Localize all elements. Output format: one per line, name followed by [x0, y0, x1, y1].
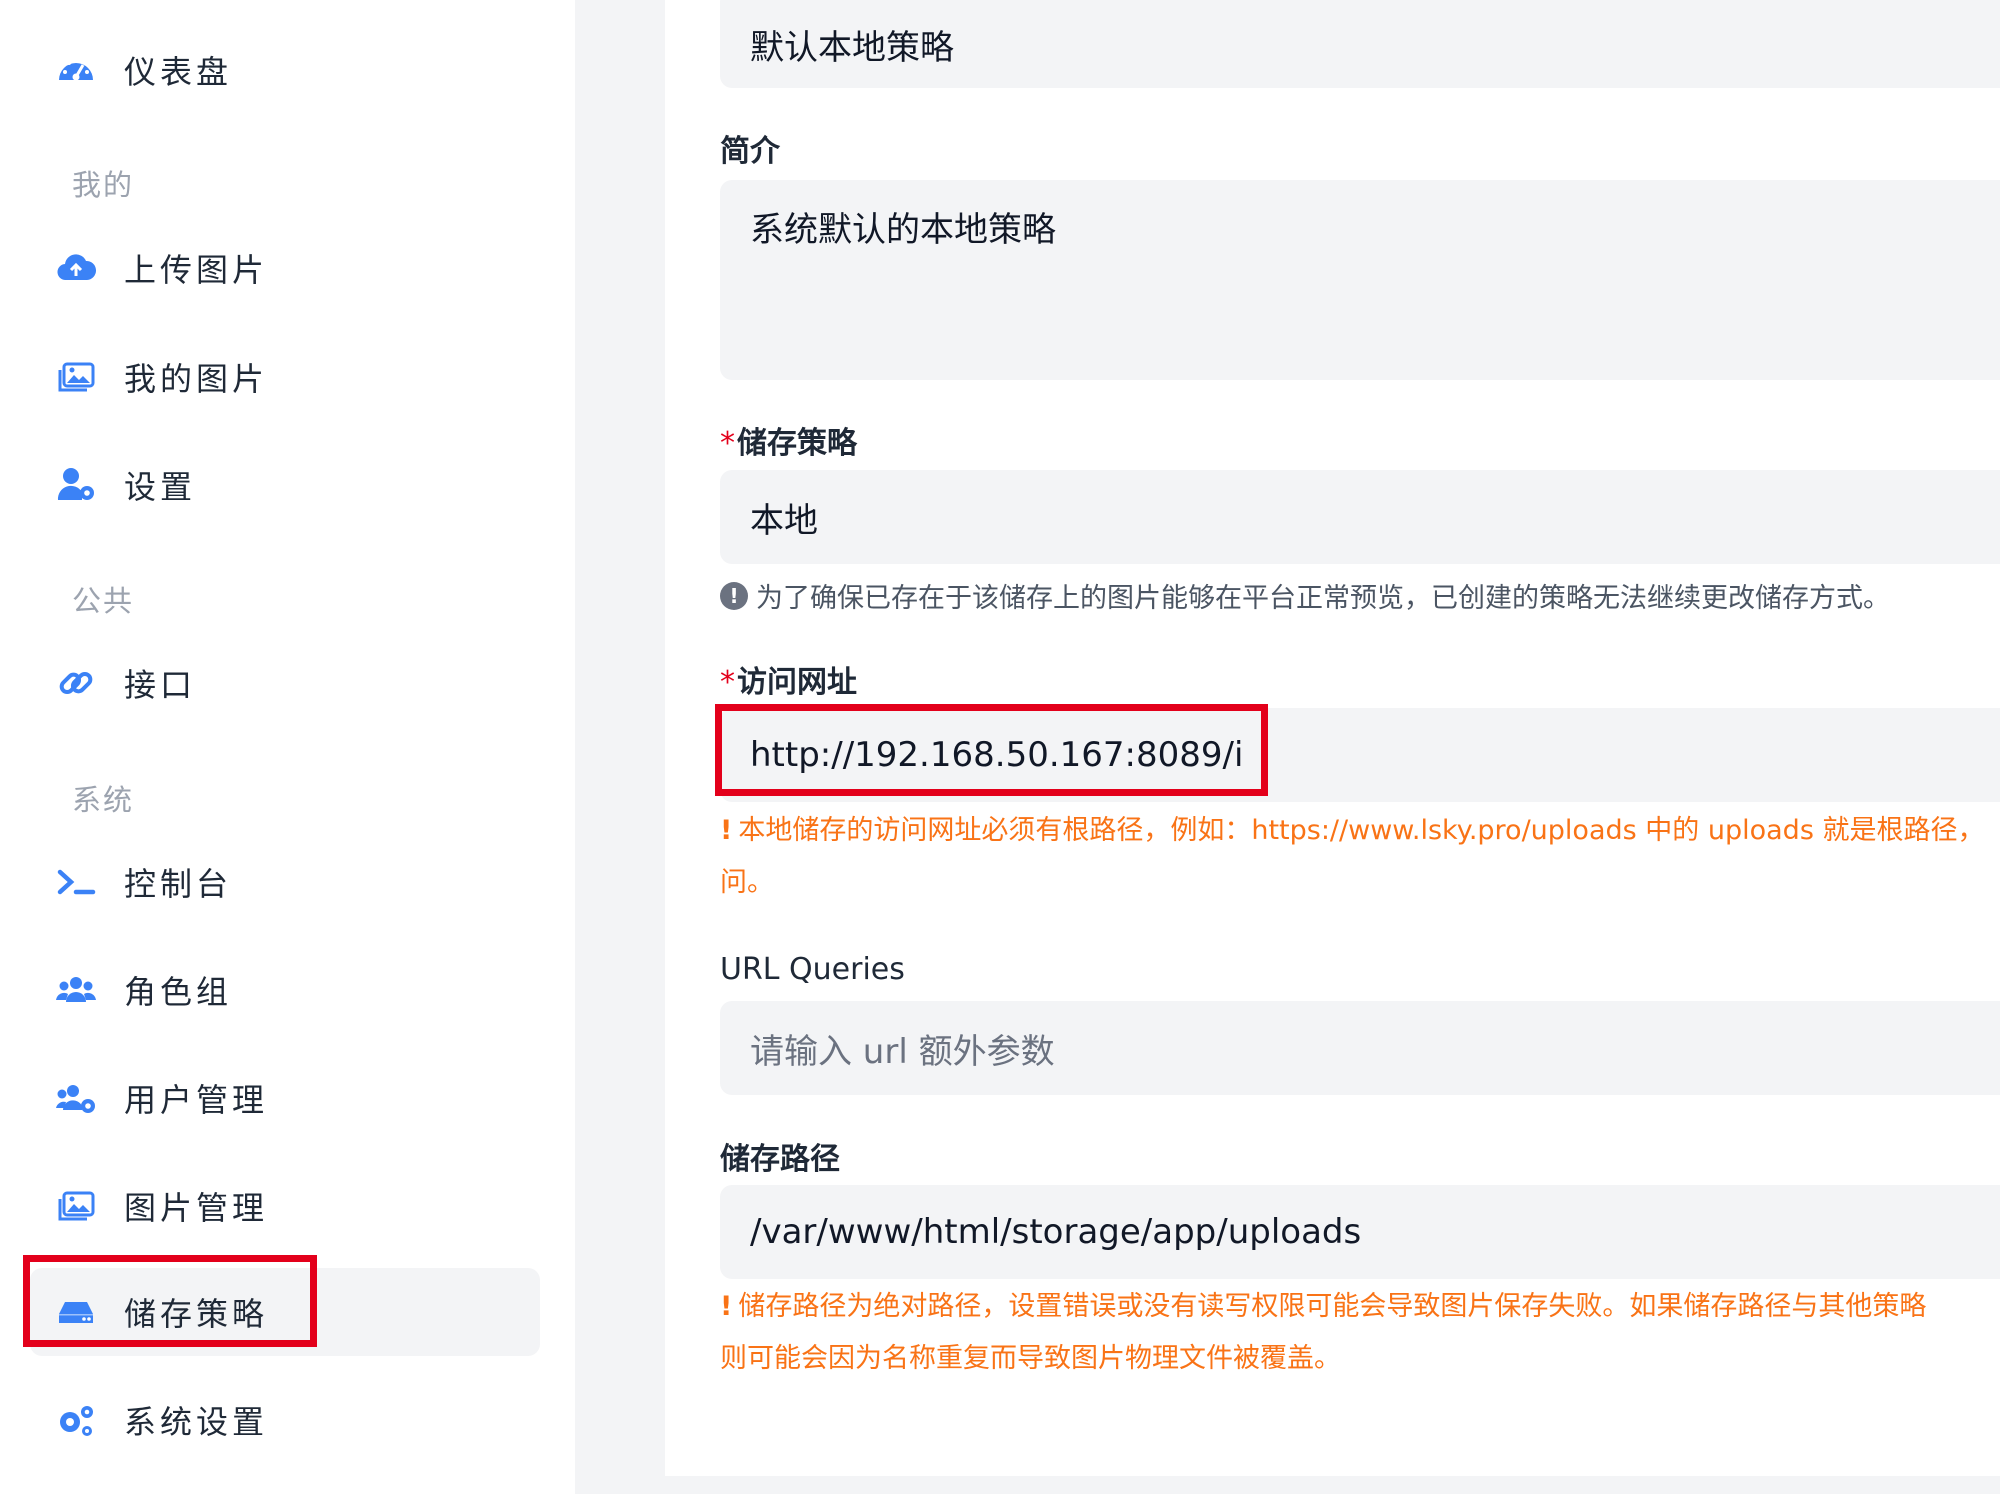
nav-system-settings-label: 系统设置 — [124, 1403, 269, 1441]
required-marker: * — [720, 426, 735, 461]
name-input[interactable]: 默认本地策略 — [720, 0, 2000, 88]
nav-my-images-label: 我的图片 — [124, 360, 269, 398]
intro-textarea[interactable]: 系统默认的本地策略 — [720, 180, 2000, 380]
speedometer-icon — [56, 50, 96, 90]
url-hint-cont: 问。 — [720, 867, 774, 898]
nav-role-groups-label: 角色组 — [124, 973, 233, 1011]
nav-api-label: 接口 — [124, 666, 197, 704]
nav-settings[interactable]: 设置 — [56, 453, 196, 517]
link-icon — [56, 663, 96, 703]
highlight-storage-strategy — [23, 1255, 317, 1347]
required-marker: * — [720, 665, 735, 700]
section-system-label: 系统 — [72, 783, 135, 817]
url-label: *访问网址 — [720, 657, 857, 701]
path-input[interactable]: /var/www/html/storage/app/uploads — [720, 1185, 2000, 1279]
sidebar: 仪表盘 我的 上传图片 我的图片 设置 公共 接口 系统 控制台 角色组 用户管… — [0, 0, 575, 1494]
nav-upload[interactable]: 上传图片 — [56, 236, 268, 300]
nav-user-management-label: 用户管理 — [124, 1081, 269, 1119]
warning-icon: ! — [720, 1291, 733, 1322]
nav-role-groups[interactable]: 角色组 — [56, 958, 232, 1022]
queries-input-placeholder: 请输入 url 额外参数 — [750, 1031, 1055, 1072]
intro-label: 简介 — [720, 134, 780, 169]
strategy-hint-text: 为了确保已存在于该储存上的图片能够在平台正常预览，已创建的策略无法继续更改储存方… — [756, 583, 1890, 614]
nav-user-management[interactable]: 用户管理 — [56, 1066, 268, 1130]
intro-textarea-value: 系统默认的本地策略 — [750, 210, 1056, 250]
warning-icon: ! — [720, 815, 733, 846]
images-icon — [56, 357, 96, 397]
strategy-label-text: 储存策略 — [737, 426, 857, 461]
cloud-upload-icon — [56, 248, 96, 288]
nav-upload-label: 上传图片 — [124, 251, 269, 289]
nav-api[interactable]: 接口 — [56, 651, 196, 715]
gears-icon — [56, 1400, 96, 1440]
strategy-label: *储存策略 — [720, 418, 857, 462]
nav-console-label: 控制台 — [124, 865, 233, 903]
path-hint-cont: 则可能会因为名称重复而导致图片物理文件被覆盖。 — [720, 1343, 1341, 1374]
strategy-select[interactable]: 本地 — [720, 470, 2000, 564]
queries-label: URL Queries — [720, 952, 905, 987]
section-public-label: 公共 — [72, 584, 135, 618]
path-hint-text: 储存路径为绝对路径，设置错误或没有读写权限可能会导致图片保存失败。如果储存路径与… — [738, 1291, 1927, 1322]
users-icon — [56, 970, 96, 1010]
info-circle-icon: ! — [720, 581, 748, 610]
url-label-text: 访问网址 — [737, 665, 857, 700]
nav-image-management-label: 图片管理 — [124, 1189, 269, 1227]
highlight-url-input — [715, 704, 1268, 796]
users-gear-icon — [56, 1078, 96, 1118]
section-mine-label: 我的 — [72, 168, 135, 202]
nav-settings-label: 设置 — [124, 468, 197, 506]
url-hint-text: 本地储存的访问网址必须有根路径，例如：https://www.lsky.pro/… — [738, 815, 1985, 846]
strategy-hint: ! 为了确保已存在于该储存上的图片能够在平台正常预览，已创建的策略无法继续更改储… — [720, 576, 1890, 615]
path-input-value: /var/www/html/storage/app/uploads — [750, 1212, 1362, 1252]
user-gear-icon — [56, 465, 96, 505]
nav-dashboard-label: 仪表盘 — [124, 53, 233, 91]
nav-console[interactable]: 控制台 — [56, 850, 232, 914]
images-icon — [56, 1186, 96, 1226]
nav-image-management[interactable]: 图片管理 — [56, 1174, 268, 1238]
content-gutter — [575, 0, 665, 1494]
path-hint: ! 储存路径为绝对路径，设置错误或没有读写权限可能会导致图片保存失败。如果储存路径… — [720, 1281, 2000, 1385]
strategy-select-value: 本地 — [750, 500, 818, 541]
nav-dashboard[interactable]: 仪表盘 — [56, 38, 232, 102]
name-input-value: 默认本地策略 — [750, 27, 954, 68]
nav-my-images[interactable]: 我的图片 — [56, 345, 268, 409]
url-hint: ! 本地储存的访问网址必须有根路径，例如：https://www.lsky.pro… — [720, 805, 2000, 909]
path-label: 储存路径 — [720, 1142, 840, 1177]
queries-input[interactable]: 请输入 url 额外参数 — [720, 1001, 2000, 1095]
terminal-icon — [56, 862, 96, 902]
nav-system-settings[interactable]: 系统设置 — [56, 1388, 268, 1452]
